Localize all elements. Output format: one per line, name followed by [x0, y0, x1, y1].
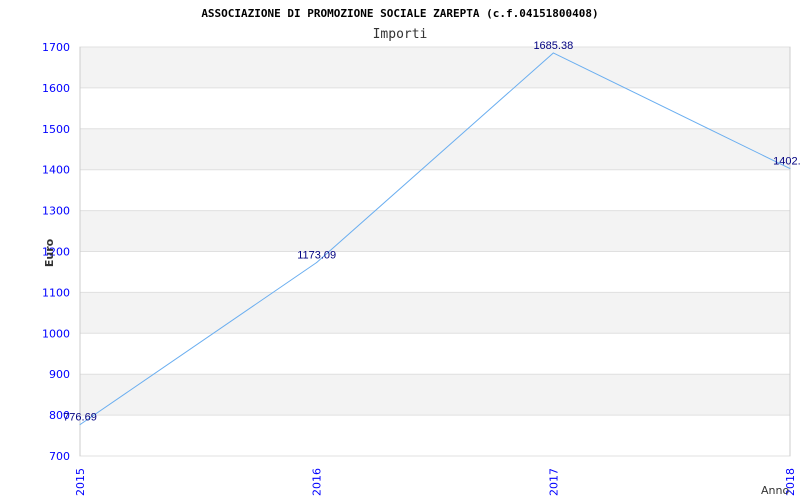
y-tick-label: 700 — [49, 450, 70, 463]
y-tick-label: 1100 — [42, 286, 70, 299]
y-tick-label: 1500 — [42, 123, 70, 136]
y-tick-label: 1000 — [42, 327, 70, 340]
grid-band — [80, 374, 790, 416]
y-tick-label: 1700 — [42, 41, 70, 54]
y-axis-label: Euro — [43, 238, 56, 267]
grid-band — [80, 292, 790, 334]
data-label: 1685.38 — [533, 40, 573, 52]
y-tick-label: 1600 — [42, 82, 70, 95]
grid-band — [80, 47, 790, 88]
data-label: 776.69 — [63, 412, 97, 424]
x-tick-label: 2016 — [311, 468, 324, 496]
x-tick-label: 2017 — [547, 468, 560, 496]
y-tick-label: 1400 — [42, 164, 70, 177]
y-tick-label: 1300 — [42, 205, 70, 218]
x-axis-label: Anno — [761, 484, 789, 497]
grid-band — [80, 251, 790, 293]
data-point — [552, 52, 554, 54]
data-label: 1402.8 — [773, 156, 800, 168]
grid-band — [80, 128, 790, 170]
chart-title: ASSOCIAZIONE DI PROMOZIONE SOCIALE ZAREP… — [201, 7, 598, 20]
chart-subtitle: Importi — [373, 27, 428, 42]
grid-band — [80, 415, 790, 456]
grid-band — [80, 333, 790, 375]
data-label: 1173.09 — [297, 250, 336, 262]
line-chart: ASSOCIAZIONE DI PROMOZIONE SOCIALE ZAREP… — [42, 7, 800, 497]
grid-band — [80, 169, 790, 211]
y-tick-label: 900 — [49, 368, 70, 381]
data-point — [316, 262, 318, 264]
data-point — [789, 168, 791, 170]
grid-band — [80, 87, 790, 129]
grid-band — [80, 210, 790, 252]
data-point — [79, 424, 81, 426]
x-tick-label: 2015 — [74, 468, 87, 496]
